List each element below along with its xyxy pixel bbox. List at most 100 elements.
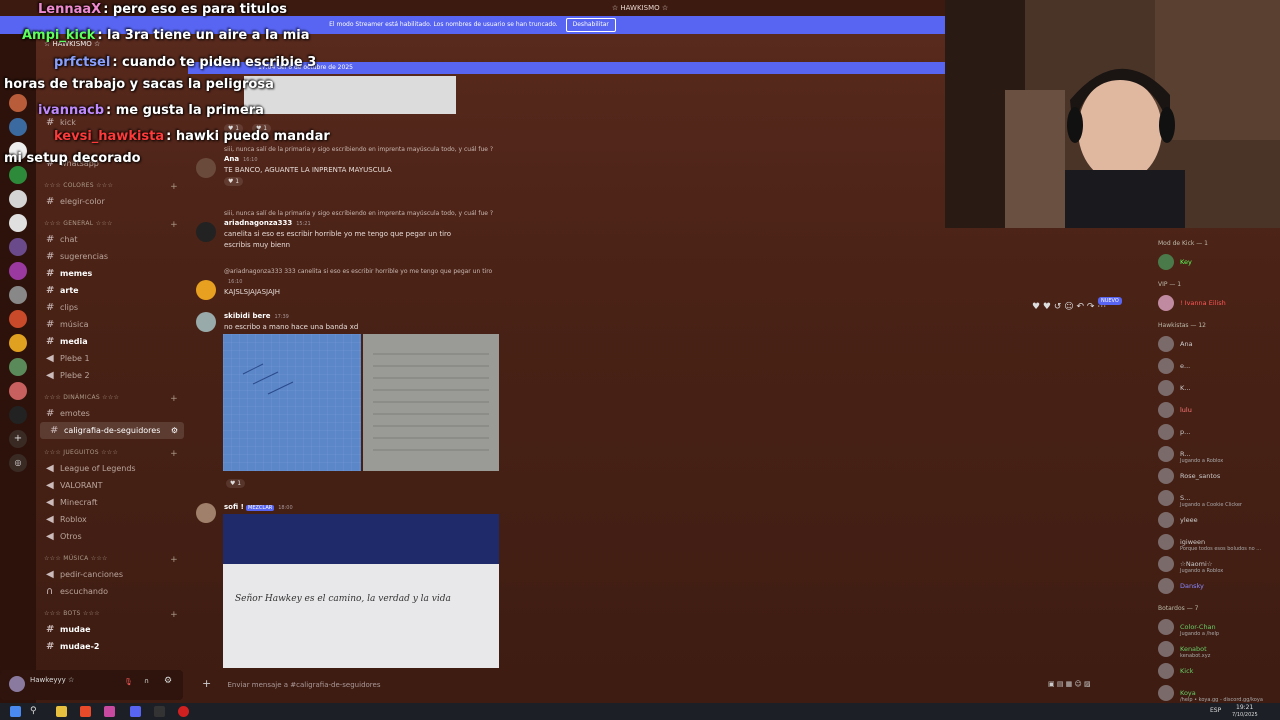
message-input[interactable]: + Enviar mensaje a #caligrafia-de-seguid… xyxy=(192,674,1142,694)
avatar[interactable] xyxy=(196,222,216,242)
voice-channel-lol[interactable]: ◀ League of Legends xyxy=(36,460,188,477)
server-icon[interactable] xyxy=(9,118,27,136)
voice-channel-minecraft[interactable]: ◀ Minecraft xyxy=(36,494,188,511)
discord-icon[interactable] xyxy=(130,706,141,717)
category-colores[interactable]: ☆☆☆ COLORES ☆☆☆ + xyxy=(44,182,188,192)
add-channel-icon[interactable]: + xyxy=(170,555,178,565)
avatar[interactable] xyxy=(196,312,216,332)
reply-preview[interactable]: @ariadnagonza333 333 canelita si eso es … xyxy=(224,268,896,275)
obs-icon[interactable] xyxy=(154,706,165,717)
author[interactable]: skibidi bere xyxy=(224,312,270,320)
channel-sugerencias[interactable]: # sugerencias xyxy=(36,248,188,265)
add-channel-icon[interactable]: + xyxy=(170,449,178,459)
voice-channel-valorant[interactable]: ◀ VALORANT xyxy=(36,477,188,494)
avatar[interactable] xyxy=(196,503,216,523)
browser-icon[interactable] xyxy=(80,706,91,717)
server-icon[interactable] xyxy=(9,286,27,304)
member-item[interactable]: Koya/help • koya.gg - discord.gg/koya xyxy=(1152,682,1280,704)
member-item[interactable]: Kick xyxy=(1152,660,1280,682)
gear-icon[interactable]: ⚙ xyxy=(164,676,172,686)
channel-mudae-2[interactable]: # mudae-2 xyxy=(36,638,188,655)
member-item[interactable]: lulu xyxy=(1152,399,1280,421)
channel-memes[interactable]: # memes xyxy=(36,265,188,282)
voice-channel-plebe-2[interactable]: ◀ Plebe 2 xyxy=(36,367,188,384)
search-icon[interactable]: ⚲ xyxy=(30,706,41,717)
server-icon[interactable] xyxy=(9,214,27,232)
member-item[interactable]: Dansky xyxy=(1152,575,1280,597)
message-hover-toolbar[interactable]: ♥ ♥ ↺ ☺ ↶ ↷ ⋯ xyxy=(1032,302,1106,312)
channel-musica[interactable]: # música xyxy=(36,316,188,333)
member-item[interactable]: ☆Naomi☆ Jugando a Roblox xyxy=(1152,553,1280,575)
username[interactable]: Hawkeyyy ☆ xyxy=(30,676,74,684)
member-item[interactable]: Rose_santos xyxy=(1152,465,1280,487)
add-attachment-icon[interactable]: + xyxy=(202,677,211,690)
channel-media[interactable]: # media xyxy=(36,333,188,350)
server-icon[interactable] xyxy=(9,166,27,184)
category-general[interactable]: ☆☆☆ GENERAL ☆☆☆ + xyxy=(44,220,188,230)
member-item[interactable]: Color-Chan Jugando a /help xyxy=(1152,616,1280,638)
server-icon[interactable] xyxy=(9,94,27,112)
clock-date[interactable]: 7/10/2025 xyxy=(1232,712,1258,718)
member-item[interactable]: p... xyxy=(1152,421,1280,443)
author[interactable]: ariadnagonza333 xyxy=(224,219,292,227)
add-channel-icon[interactable]: + xyxy=(170,220,178,230)
avatar[interactable] xyxy=(9,676,25,692)
author[interactable]: sofi ! xyxy=(224,503,244,511)
member-item[interactable]: igiween Porque todos esos boludos no ... xyxy=(1152,531,1280,553)
server-icon[interactable] xyxy=(9,262,27,280)
reaction[interactable]: ♥ 1 xyxy=(226,479,246,488)
channel-clips[interactable]: # clips xyxy=(36,299,188,316)
folder-icon[interactable] xyxy=(56,706,67,717)
avatar[interactable] xyxy=(196,158,216,178)
category-bots[interactable]: ☆☆☆ BOTS ☆☆☆ + xyxy=(44,610,188,620)
member-item[interactable]: ! Ivanna Eilish xyxy=(1152,292,1280,314)
channel-caligrafia-de-seguidores[interactable]: # caligrafia-de-seguidores ⚙ xyxy=(40,422,184,439)
channel-emotes[interactable]: # emotes xyxy=(36,405,188,422)
voice-channel-roblox[interactable]: ◀ Roblox xyxy=(36,511,188,528)
avatar[interactable] xyxy=(196,280,216,300)
attachment-image[interactable] xyxy=(223,334,361,471)
member-item[interactable]: Ana xyxy=(1152,333,1280,355)
member-item[interactable]: R... Jugando a Roblox xyxy=(1152,443,1280,465)
category-jueguitos[interactable]: ☆☆☆ JUEGUITOS ☆☆☆ + xyxy=(44,449,188,459)
member-item[interactable]: K... xyxy=(1152,377,1280,399)
add-server-icon[interactable]: + xyxy=(9,430,27,448)
server-icon[interactable] xyxy=(9,238,27,256)
channel-elegir-color[interactable]: # elegir-color xyxy=(36,193,188,210)
member-item[interactable]: Key xyxy=(1152,251,1280,273)
attachment-image[interactable]: Señor Hawkey es el camino, la verdad y l… xyxy=(223,514,499,668)
member-item[interactable]: Kenabot kenabot.xyz xyxy=(1152,638,1280,660)
channel-chat[interactable]: # chat xyxy=(36,231,188,248)
voice-channel-plebe-1[interactable]: ◀ Plebe 1 xyxy=(36,350,188,367)
author[interactable]: Ana xyxy=(224,155,239,163)
member-item[interactable]: S... Jugando a Cookie Clicker xyxy=(1152,487,1280,509)
explore-icon[interactable]: ◎ xyxy=(9,454,27,472)
reply-preview[interactable]: siii, nunca salí de la primaria y sigo e… xyxy=(224,210,896,217)
mute-icon[interactable]: 🎙 xyxy=(124,678,133,686)
add-channel-icon[interactable]: + xyxy=(170,610,178,620)
settings-icon[interactable]: ⚙ xyxy=(171,422,178,439)
server-icon[interactable] xyxy=(9,310,27,328)
server-icon[interactable] xyxy=(9,406,27,424)
member-item[interactable]: e... xyxy=(1152,355,1280,377)
app-icon[interactable] xyxy=(104,706,115,717)
category-dinamicas[interactable]: ☆☆☆ DINÁMICAS ☆☆☆ + xyxy=(44,394,188,404)
headphones-icon[interactable]: ∩ xyxy=(144,677,149,685)
gift-icon[interactable]: ▣ ▤ ▦ ☺ ▨ xyxy=(1048,674,1091,694)
server-icon[interactable] xyxy=(9,190,27,208)
reaction[interactable]: ♥ 1 xyxy=(224,177,244,186)
add-channel-icon[interactable]: + xyxy=(170,182,178,192)
record-icon[interactable] xyxy=(178,706,189,717)
start-icon[interactable] xyxy=(10,706,21,717)
language[interactable]: ESP xyxy=(1210,707,1221,714)
clock-time[interactable]: 19:21 xyxy=(1236,704,1253,711)
add-channel-icon[interactable]: + xyxy=(170,394,178,404)
member-item[interactable]: yleee xyxy=(1152,509,1280,531)
attachment-image[interactable] xyxy=(244,76,456,114)
disable-streamer-button[interactable]: Deshabilitar xyxy=(565,18,616,32)
server-icon[interactable] xyxy=(9,382,27,400)
voice-channel-otros[interactable]: ◀ Otros xyxy=(36,528,188,545)
channel-arte[interactable]: # arte xyxy=(36,282,188,299)
voice-channel-escuchando[interactable]: ∩ escuchando xyxy=(36,583,188,600)
server-icon[interactable] xyxy=(9,358,27,376)
